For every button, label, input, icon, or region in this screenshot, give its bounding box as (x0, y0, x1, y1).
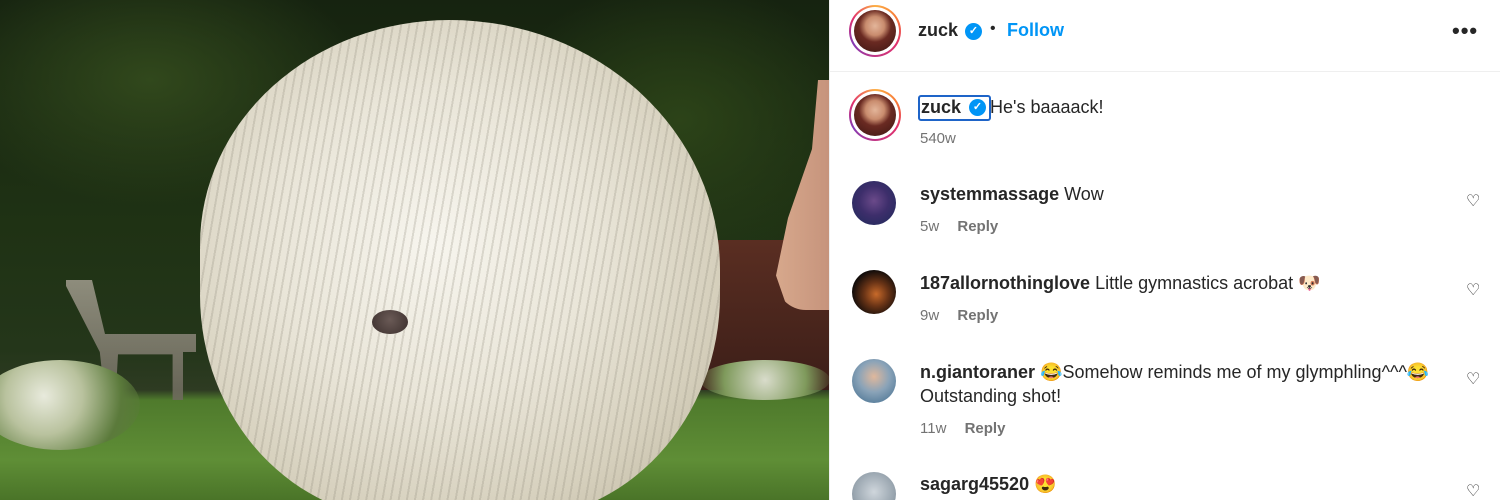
komondor-dog (200, 20, 720, 500)
reply-button[interactable]: Reply (957, 218, 998, 235)
flower-bush-right (700, 360, 829, 400)
comment-text: Little gymnastics acrobat 🐶 (1095, 273, 1321, 293)
commenter-avatar[interactable] (852, 472, 896, 500)
author-avatar[interactable] (849, 5, 901, 57)
comment-meta: 5w Reply (920, 218, 998, 235)
comment-meta: 11w Reply (920, 420, 1005, 437)
person-arm (776, 80, 829, 310)
author-username[interactable]: zuck (918, 20, 958, 41)
comment-time[interactable]: 11w (920, 420, 946, 437)
like-heart-icon[interactable]: ♡ (1466, 280, 1480, 300)
comment-meta: 9w Reply (920, 307, 998, 324)
comment-text: 😍 (1034, 474, 1057, 494)
like-heart-icon[interactable]: ♡ (1466, 481, 1480, 500)
post-side-panel: zuck ✓ • Follow ••• zuck ✓ He's baaaack!… (829, 0, 1500, 500)
commenter-avatar[interactable] (852, 181, 896, 225)
caption-time[interactable]: 540w (920, 130, 956, 147)
like-heart-icon[interactable]: ♡ (1466, 191, 1480, 211)
comment-text: Wow (1064, 184, 1104, 204)
follow-button[interactable]: Follow (1007, 20, 1064, 41)
comment-text-line: 187allornothinglove Little gymnastics ac… (920, 271, 1440, 295)
comment-username[interactable]: systemmassage (920, 184, 1059, 204)
comment-text-line: systemmassage Wow (920, 182, 1440, 206)
caption-avatar[interactable] (849, 89, 901, 141)
more-options-icon[interactable]: ••• (1452, 18, 1478, 44)
comment-text-line: n.giantoraner 😂Somehow reminds me of my … (920, 360, 1440, 408)
comment-username[interactable]: n.giantoraner (920, 362, 1035, 382)
comment-username[interactable]: sagarg45520 (920, 474, 1029, 494)
comment-time[interactable]: 5w (920, 218, 939, 235)
reply-button[interactable]: Reply (965, 420, 1006, 437)
dog-nose (372, 310, 408, 334)
commenter-avatar[interactable] (852, 270, 896, 314)
like-heart-icon[interactable]: ♡ (1466, 369, 1480, 389)
verified-badge-icon: ✓ (965, 23, 982, 40)
caption-username[interactable]: zuck (921, 97, 961, 118)
comment-text-line: sagarg45520 😍 (920, 472, 1440, 496)
comment-time[interactable]: 9w (920, 307, 939, 324)
flower-bush (0, 360, 140, 450)
verified-badge-icon: ✓ (969, 99, 986, 116)
caption-text: He's baaaack! (990, 97, 1104, 117)
comment-username[interactable]: 187allornothinglove (920, 273, 1090, 293)
post-photo[interactable] (0, 0, 829, 500)
commenter-avatar[interactable] (852, 359, 896, 403)
reply-button[interactable]: Reply (957, 307, 998, 324)
post-header: zuck ✓ • Follow ••• (830, 0, 1500, 72)
separator-dot: • (990, 20, 996, 37)
